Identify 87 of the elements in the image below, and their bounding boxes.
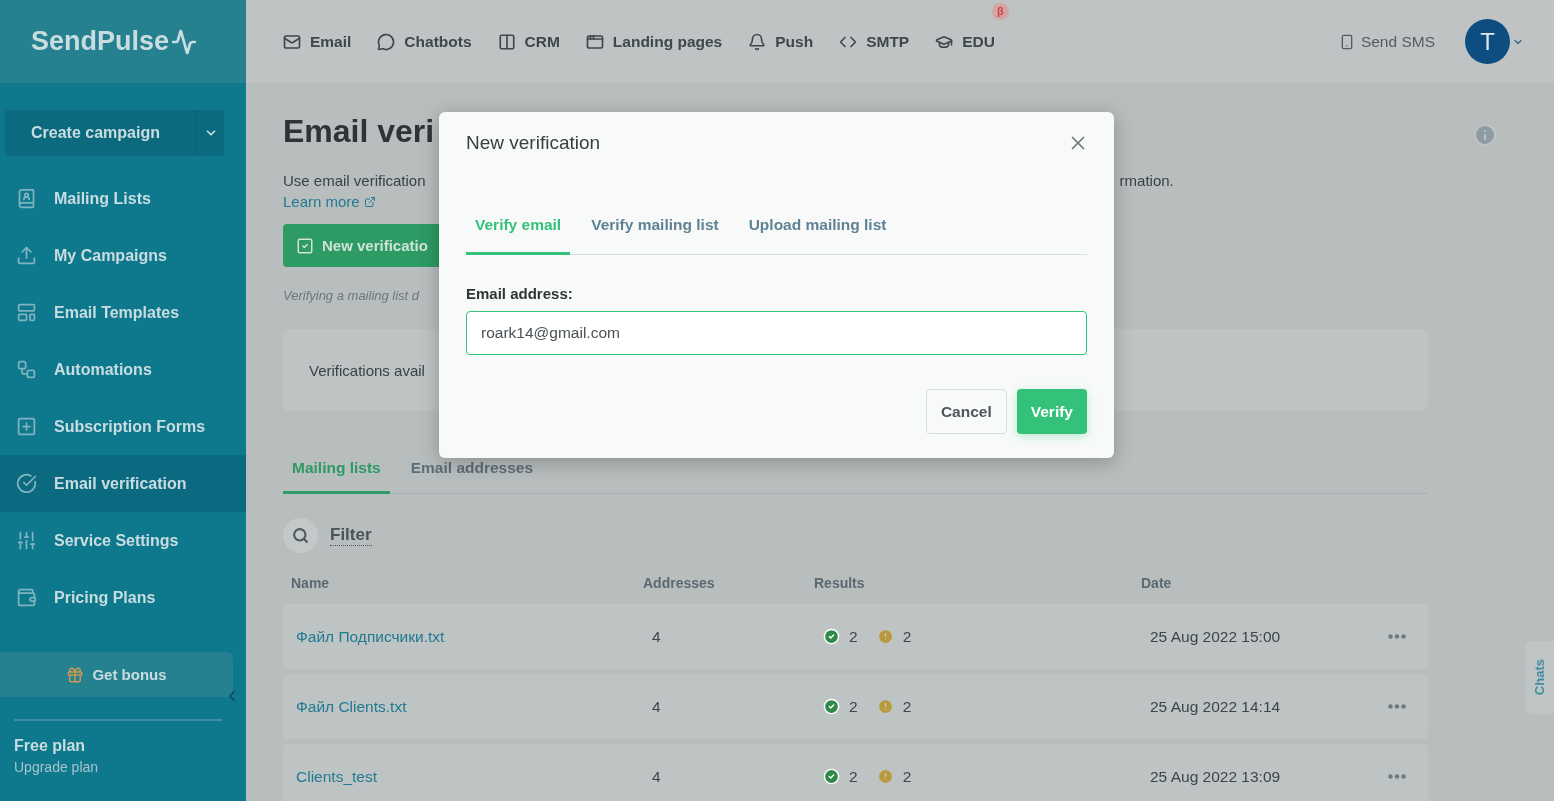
column-header: Name — [291, 575, 331, 591]
nav-link[interactable]: Push — [748, 32, 814, 51]
nav-link[interactable]: Email — [283, 32, 352, 51]
description-text: rmation. — [1119, 172, 1174, 189]
sidebar-item[interactable]: Email Templates — [0, 284, 246, 341]
columns-icon — [497, 32, 516, 51]
description-text: Use email verification — [283, 172, 426, 189]
check-icon — [823, 698, 840, 715]
risky-count: 2 — [902, 767, 912, 786]
valid-count: 2 — [849, 767, 858, 786]
tab[interactable]: Upload mailing list — [739, 216, 896, 255]
send-sms-link[interactable]: Send SMS — [1338, 32, 1435, 51]
external-link-icon — [363, 195, 376, 208]
plan-title: Free plan — [14, 737, 87, 755]
sidebar-item[interactable]: Subscription Forms — [0, 398, 246, 455]
beta-badge: β — [991, 2, 1009, 20]
column-header: Addresses — [643, 575, 716, 591]
list-name-link[interactable]: Файл Clients.txt — [296, 697, 407, 715]
filter-link[interactable]: Filter — [330, 525, 372, 546]
tab[interactable]: Verify email — [466, 216, 571, 255]
avatar[interactable]: T — [1465, 19, 1510, 64]
address-book-icon — [16, 188, 37, 209]
bell-icon — [748, 32, 767, 51]
new-verification-button[interactable]: New verificatio — [283, 224, 440, 267]
column-header: Results — [814, 575, 866, 591]
verifications-text: Verifications avail — [309, 361, 425, 379]
tab[interactable]: Verify mailing list — [582, 216, 728, 255]
info-icon[interactable] — [1473, 123, 1497, 147]
template-icon — [16, 302, 37, 323]
risky-count: 2 — [902, 627, 912, 646]
sidebar-item[interactable]: Pricing Plans — [0, 569, 246, 626]
cancel-button[interactable]: Cancel — [925, 389, 1007, 434]
tab[interactable]: Mailing lists — [283, 451, 390, 494]
envelope-icon — [283, 32, 301, 51]
warning-icon — [876, 768, 894, 785]
field-label: Email address: — [466, 285, 574, 302]
list-name-link[interactable]: Clients_test — [296, 767, 377, 785]
checkbox-icon — [296, 236, 314, 255]
valid-count: 2 — [849, 627, 858, 646]
warning-icon — [876, 698, 894, 715]
table-cell-text: 4 — [651, 767, 662, 786]
upgrade-link[interactable]: Upgrade plan — [14, 759, 99, 775]
chats-tab[interactable]: Chats — [1525, 641, 1554, 714]
table-cell-text: 25 Aug 2022 15:00 — [1149, 627, 1282, 646]
column-header: Date — [1141, 575, 1173, 591]
wallet-icon — [16, 587, 37, 608]
window-icon — [585, 32, 604, 51]
note-text: Verifying a mailing list d — [283, 288, 420, 303]
gift-icon — [66, 665, 85, 684]
table-cell-text: 25 Aug 2022 13:09 — [1149, 767, 1282, 786]
get-bonus-button[interactable]: Get bonus — [0, 652, 233, 697]
warning-icon — [876, 628, 894, 645]
risky-count: 2 — [902, 697, 912, 716]
nav-link[interactable]: SMTP — [839, 32, 910, 51]
nav-link[interactable]: CRM — [497, 32, 560, 51]
dialog-title: New verification — [466, 132, 601, 154]
page-title: Email veri — [283, 113, 435, 150]
search-icon — [292, 527, 309, 544]
check-icon — [823, 628, 840, 645]
upload-icon — [16, 245, 37, 266]
check-circle-icon — [16, 473, 37, 494]
list-name-link[interactable]: Файл Подписчики.txt — [296, 627, 445, 645]
nav-link[interactable]: Landing pages — [585, 32, 723, 51]
sidebar-item[interactable]: Mailing Lists — [0, 170, 246, 227]
email-field[interactable]: roark14@gmail.com — [466, 311, 1087, 355]
sidebar-item[interactable]: Service Settings — [0, 512, 246, 569]
table-cell-text: 4 — [651, 627, 662, 646]
pulse-icon — [171, 28, 198, 55]
dots-icon — [1388, 704, 1406, 709]
sidebar-item[interactable]: Email verification — [0, 455, 246, 512]
chat-bubble-icon — [377, 32, 396, 51]
logo-text: SendPulse — [31, 26, 170, 57]
dots-icon — [1388, 774, 1406, 779]
dots-icon — [1388, 634, 1406, 639]
table-cell-text: 25 Aug 2022 14:14 — [1149, 697, 1282, 716]
search-button[interactable] — [283, 518, 318, 553]
sliders-icon — [16, 530, 37, 551]
learn-more-link[interactable]: Learn more — [283, 193, 376, 210]
nav-link[interactable]: Chatbots — [377, 32, 472, 51]
valid-count: 2 — [849, 697, 858, 716]
sidebar-item[interactable]: My Campaigns — [0, 227, 246, 284]
plus-square-icon — [16, 416, 37, 437]
sidebar-item[interactable]: Automations — [0, 341, 246, 398]
check-icon — [823, 768, 840, 785]
table-cell-text: 4 — [651, 697, 662, 716]
verify-button[interactable]: Verify — [1016, 389, 1087, 434]
workflow-icon — [16, 359, 37, 380]
